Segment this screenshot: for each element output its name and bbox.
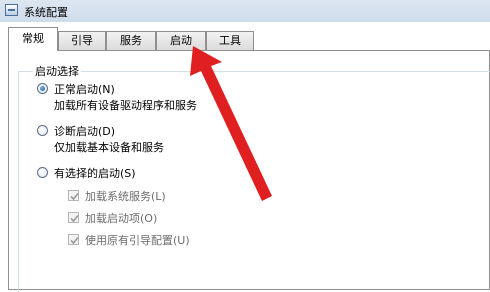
checkmark-icon [70,214,79,223]
app-icon [5,4,18,16]
tab-boot[interactable]: 引导 [58,31,106,50]
window-title: 系统配置 [24,6,68,19]
load-startup-items-label: 加载启动项(O) [85,212,158,225]
selective-startup-label[interactable]: 有选择的启动(S) [54,165,136,181]
normal-startup-description: 加载所有设备驱动程序和服务 [54,99,197,112]
diagnostic-startup-radio[interactable] [37,125,48,136]
load-startup-items-checkbox[interactable] [68,212,79,223]
tab-general[interactable]: 常规 [8,27,58,51]
radio-selected-dot [40,86,45,91]
tab-tools[interactable]: 工具 [206,31,254,50]
selective-startup-radio[interactable] [37,167,48,178]
diagnostic-startup-label[interactable]: 诊断启动(D) [54,123,115,139]
diagnostic-startup-description: 仅加载基本设备和服务 [54,141,164,154]
tab-startup[interactable]: 启动 [156,31,206,50]
normal-startup-radio[interactable] [37,83,48,94]
checkmark-icon [70,192,79,201]
use-original-boot-config-label: 使用原有引导配置(U) [85,234,190,247]
checkmark-icon [70,236,79,245]
normal-startup-label[interactable]: 正常启动(N) [54,81,115,97]
tab-services[interactable]: 服务 [106,31,156,50]
load-system-services-checkbox[interactable] [68,190,79,201]
load-system-services-label: 加载系统服务(L) [85,190,166,203]
startup-selection-legend: 启动选择 [33,63,81,79]
use-original-boot-config-checkbox[interactable] [68,234,79,245]
title-bar: 系统配置 [0,0,490,22]
